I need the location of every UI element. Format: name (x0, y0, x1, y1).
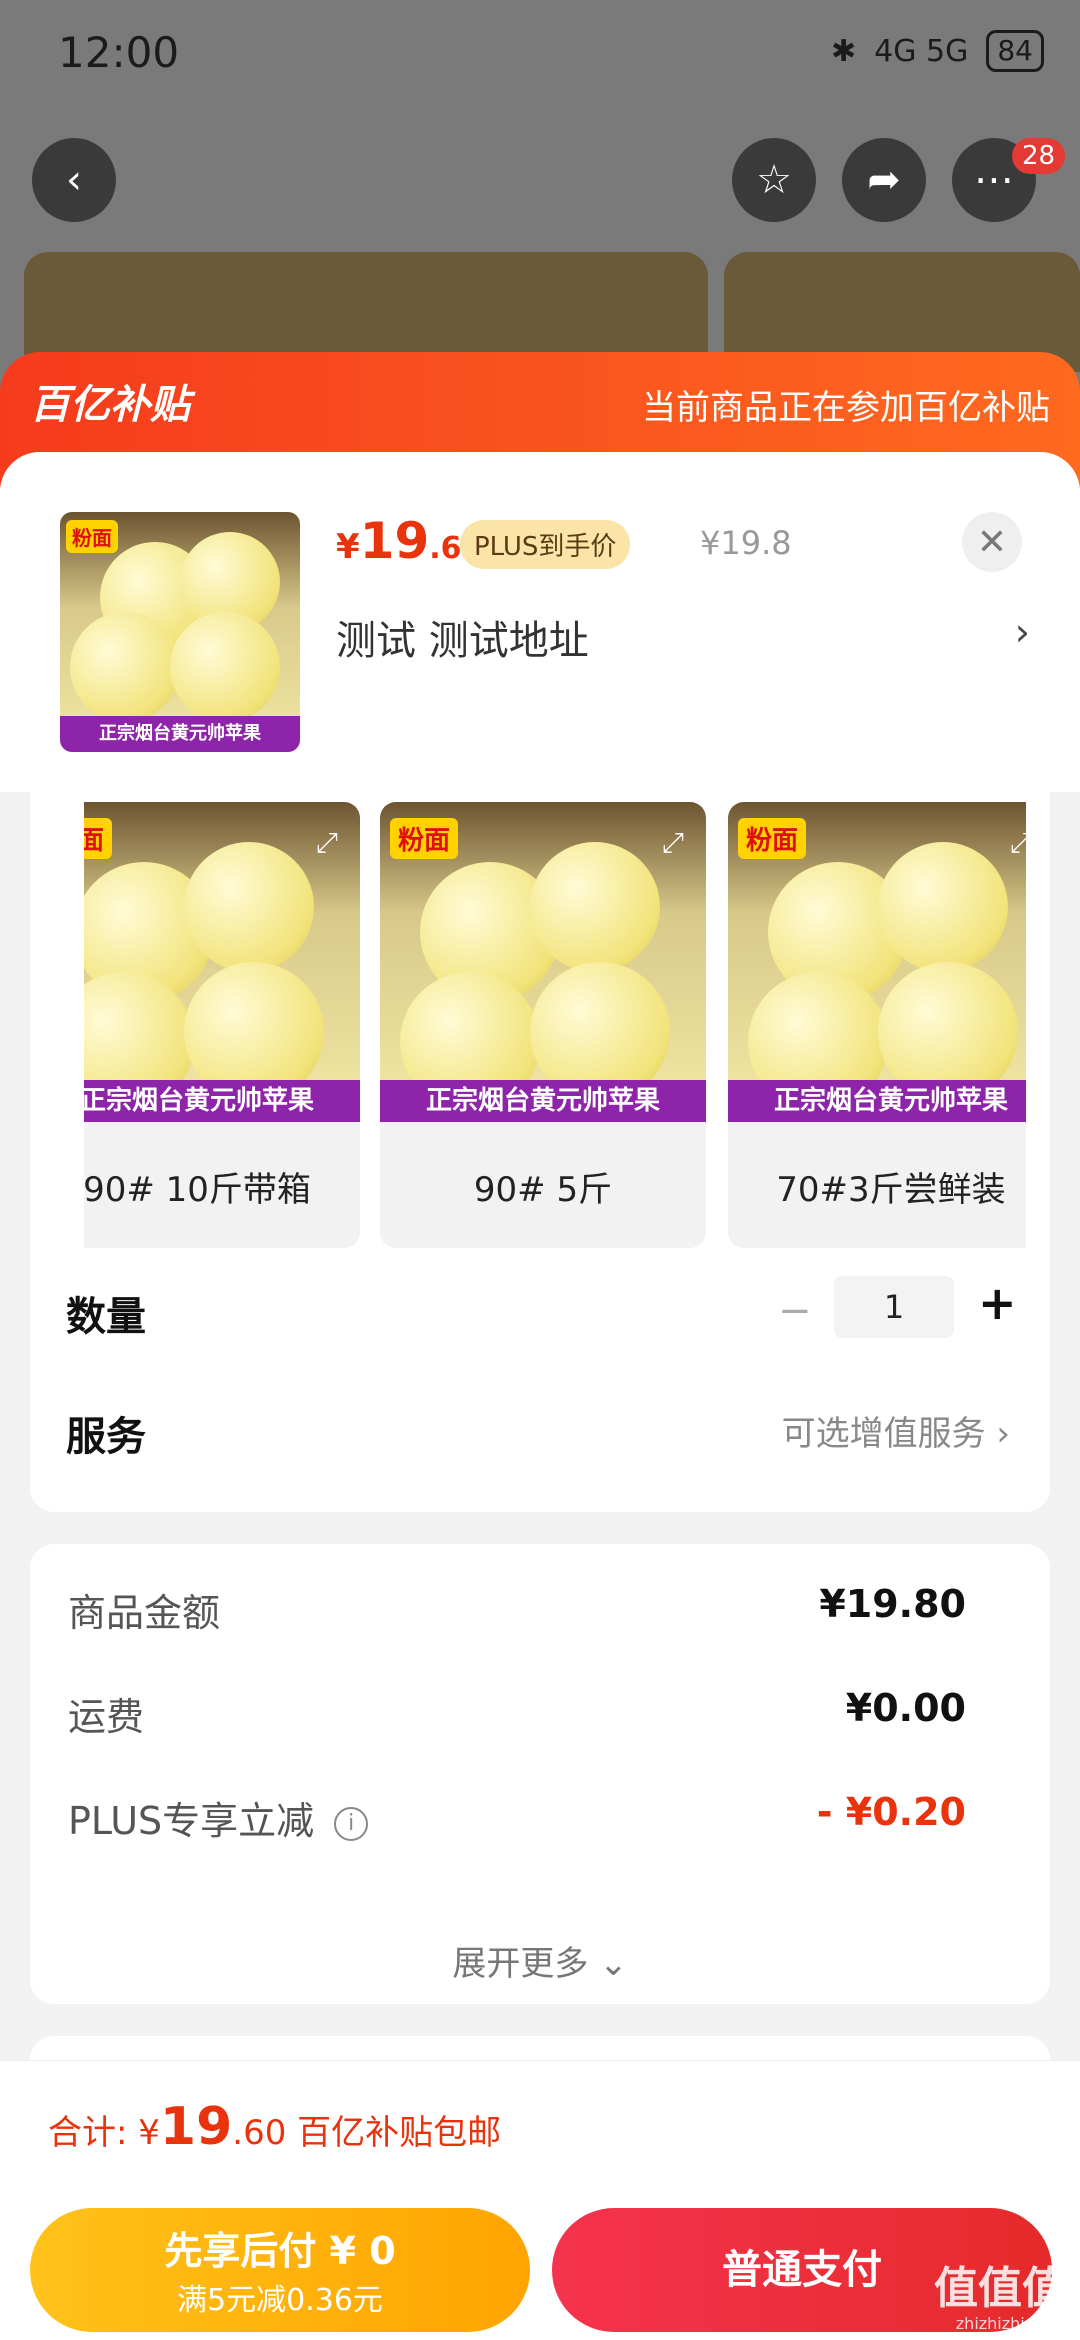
pay-later-button[interactable]: 先享后付 ¥ 0 满5元减0.36元 (30, 2208, 530, 2332)
expand-icon[interactable]: ⤢ (1010, 826, 1026, 860)
bluetooth-icon: ✱ (831, 33, 857, 69)
quantity-input[interactable]: 1 (834, 1276, 954, 1338)
share-icon: ➦ (867, 157, 901, 203)
service-label: 服务 (66, 1414, 146, 1460)
original-price: ¥19.8 (700, 524, 792, 562)
service-selector[interactable]: 可选增值服务 › (782, 1406, 1010, 1455)
expand-icon[interactable]: ⤢ (662, 826, 684, 860)
expand-icon[interactable]: ⤢ (316, 826, 338, 860)
pay-later-promo: 满5元减0.36元 (177, 2283, 383, 2318)
goods-amount-label: 商品金额 (68, 1591, 221, 1635)
watermark-url: zhizhizhi.com (955, 2314, 1064, 2333)
plus-discount-label: PLUS专享立减 i (68, 1790, 369, 1845)
spec-label: 70#3斤尝鲜装 (776, 1170, 1006, 1210)
plus-discount-value: - ¥0.20 (816, 1790, 966, 1834)
chevron-right-icon: › (996, 1414, 1010, 1454)
spec-tag: 粉面 (390, 818, 459, 859)
delivery-address[interactable]: 测试 测试地址 (336, 608, 589, 666)
share-button[interactable]: ➦ (842, 138, 926, 222)
info-icon[interactable]: i (334, 1806, 369, 1841)
action-bar: 先享后付 ¥ 0 满5元减0.36元 普通支付 (0, 2196, 1080, 2340)
subsidy-desc: 当前商品正在参加百亿补贴 (642, 388, 1050, 428)
spec-strip-text: 正宗烟台黄元帅苹果 (84, 1080, 360, 1122)
spec-label: 90# 5斤 (473, 1170, 613, 1210)
subsidy-logo: 百亿补贴 (30, 382, 190, 428)
product-header: 粉面 正宗烟台黄元帅苹果 ¥19.6 PLUS到手价 ¥19.8 ✕ 测试 测试… (0, 452, 1080, 792)
quantity-label: 数量 (66, 1294, 146, 1340)
star-icon: ☆ (756, 157, 792, 203)
close-button[interactable]: ✕ (962, 512, 1022, 572)
chevron-right-icon[interactable]: › (1015, 610, 1030, 654)
notification-badge: 28 (1012, 138, 1066, 174)
total-amount: 合计: ¥19.60 百亿补贴包邮 (48, 2097, 502, 2157)
quantity-decrease-button[interactable]: − (778, 1288, 812, 1334)
spec-strip-text: 正宗烟台黄元帅苹果 (380, 1080, 706, 1122)
spec-strip-text: 正宗烟台黄元帅苹果 (728, 1080, 1026, 1122)
sheet-content: 粉面 正宗烟台黄元帅苹果 ¥19.6 PLUS到手价 ¥19.8 ✕ 测试 测试… (0, 452, 1080, 2340)
spec-option[interactable]: 粉面 ⤢ 正宗烟台黄元帅苹果 90# 5斤 (380, 802, 706, 1248)
spec-tag: 粉面 (84, 818, 113, 859)
favorite-button[interactable]: ☆ (732, 138, 816, 222)
spec-option[interactable]: 粉面 ⤢ 正宗烟台黄元帅苹果 70#3斤尝鲜装 (728, 802, 1026, 1248)
signal-icon: 4G 5G (874, 33, 969, 69)
thumb-strip: 正宗烟台黄元帅苹果 (60, 716, 300, 752)
status-time: 12:00 (58, 28, 180, 77)
plus-price-tag: PLUS到手价 (460, 520, 631, 569)
product-thumbnail[interactable]: 粉面 正宗烟台黄元帅苹果 (60, 512, 300, 752)
chevron-left-icon: ‹ (66, 157, 82, 203)
close-icon: ✕ (976, 521, 1008, 563)
pay-later-title: 先享后付 ¥ 0 (164, 2229, 396, 2273)
more-icon: ⋯ (974, 157, 1014, 203)
spec-carousel[interactable]: 粉面 ⤢ 正宗烟台黄元帅苹果 90# 10斤带箱 粉面 ⤢ 正宗烟台黄元帅苹 (84, 792, 1026, 1252)
total-bar: 合计: ¥19.60 百亿补贴包邮 (0, 2060, 1080, 2197)
status-icons: ✱ 4G 5G 84 (831, 30, 1044, 72)
spec-label: 90# 10斤带箱 (84, 1170, 311, 1210)
expand-more-button[interactable]: 展开更多 ⌄ (30, 1936, 1050, 1985)
watermark: 值值值 (934, 2263, 1066, 2314)
purchase-sheet: 百亿补贴 当前商品正在参加百亿补贴 粉面 正宗烟台黄元帅苹果 ¥19.6 PLU… (0, 352, 1080, 2340)
spec-section: 粉面 ⤢ 正宗烟台黄元帅苹果 90# 10斤带箱 粉面 ⤢ 正宗烟台黄元帅苹 (30, 792, 1050, 1512)
shipping-value: ¥0.00 (845, 1686, 966, 1730)
product-price: ¥19.6 (336, 512, 462, 570)
battery-indicator: 84 (986, 30, 1044, 72)
spec-tag: 粉面 (738, 818, 807, 859)
quantity-increase-button[interactable]: + (978, 1276, 1017, 1330)
goods-amount-value: ¥19.80 (819, 1582, 966, 1626)
thumb-tag: 粉面 (66, 520, 118, 553)
total-note: 百亿补贴包邮 (297, 2113, 502, 2153)
back-button[interactable]: ‹ (32, 138, 116, 222)
fee-summary-card: 商品金额 ¥19.80 运费 ¥0.00 PLUS专享立减 i - ¥0.20 展… (30, 1544, 1050, 2004)
spec-option[interactable]: 粉面 ⤢ 正宗烟台黄元帅苹果 90# 10斤带箱 (84, 802, 360, 1248)
status-bar: 12:00 ✱ 4G 5G 84 (0, 0, 1080, 110)
chevron-down-icon: ⌄ (588, 1944, 628, 1984)
shipping-label: 运费 (68, 1695, 145, 1739)
